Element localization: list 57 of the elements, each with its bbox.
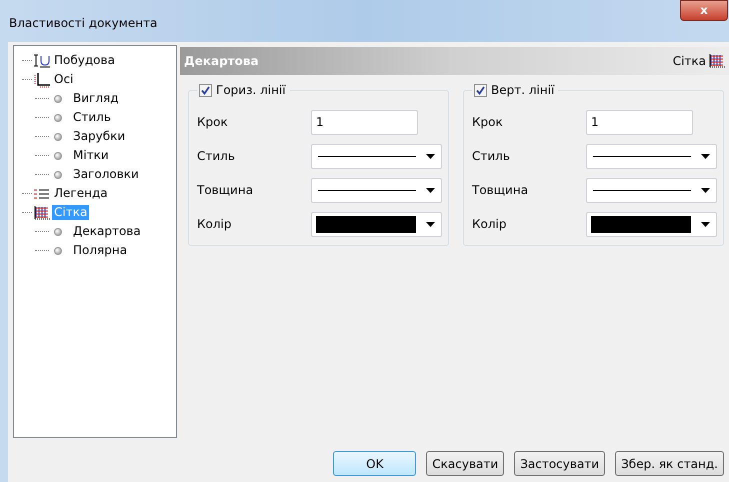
legend-icon — [33, 188, 51, 200]
field-label: Товщина — [197, 182, 254, 199]
dropdown-arrow-icon — [701, 222, 710, 226]
tree-item[interactable]: Осі — [52, 72, 76, 87]
dropdown-arrow-icon — [701, 188, 710, 192]
check-icon — [476, 86, 485, 94]
tree-item[interactable]: Легенда — [52, 186, 110, 201]
tree-item[interactable]: Вигляд — [71, 91, 121, 106]
grid-icon — [34, 206, 50, 220]
bullet-icon — [54, 246, 62, 254]
dropdown-arrow-icon — [426, 154, 435, 158]
group-title: Верт. лінії — [491, 82, 554, 99]
dialog-button[interactable]: Скасувати — [426, 451, 504, 476]
tree-item[interactable]: Стиль — [71, 110, 113, 125]
step-field[interactable]: 1 — [586, 110, 693, 134]
dialog-button[interactable]: Збер. як станд. — [615, 451, 724, 476]
field-label: Колір — [197, 216, 232, 233]
tree-item[interactable]: Зарубки — [71, 129, 128, 144]
line-style-dropdown[interactable] — [586, 144, 717, 168]
field-label: Колір — [472, 216, 508, 233]
bullet-icon — [54, 228, 62, 236]
line-style-dropdown[interactable] — [311, 178, 442, 202]
plot-icon — [33, 54, 51, 68]
step-field[interactable]: 1 — [311, 110, 418, 134]
bullet-icon — [54, 94, 62, 102]
field-label: Стиль — [197, 148, 236, 165]
checkbox[interactable] — [199, 84, 212, 96]
section-label: Сітка — [672, 53, 706, 70]
tree-item[interactable]: Мітки — [71, 148, 111, 163]
check-icon — [201, 86, 210, 94]
dropdown-arrow-icon — [701, 154, 710, 158]
tree-item[interactable]: Полярна — [71, 243, 130, 258]
dropdown-arrow-icon — [426, 188, 435, 192]
tree-item[interactable]: Декартова — [71, 224, 143, 239]
window-title: Властивості документа — [9, 15, 158, 32]
color-dropdown[interactable] — [311, 212, 442, 236]
color-dropdown[interactable] — [586, 212, 717, 236]
bullet-icon — [54, 114, 62, 122]
bullet-icon — [54, 132, 62, 140]
field-label: Стиль — [472, 148, 511, 165]
field-label: Товщина — [472, 182, 530, 199]
line-style-dropdown[interactable] — [311, 144, 442, 168]
dialog-button[interactable]: Застосувати — [514, 451, 606, 476]
section-title: Декартова — [184, 53, 259, 70]
bullet-icon — [54, 152, 62, 160]
field-label: Крок — [472, 114, 504, 131]
dialog-button[interactable]: OK — [333, 451, 416, 476]
bullet-icon — [54, 170, 62, 178]
line-style-dropdown[interactable] — [586, 178, 717, 202]
group-title: Гориз. лінії — [216, 82, 286, 99]
checkbox[interactable] — [474, 84, 487, 96]
grid-icon — [709, 54, 725, 68]
tree-item[interactable]: Заголовки — [71, 167, 141, 182]
field-label: Крок — [197, 114, 229, 131]
axes-icon — [33, 72, 51, 88]
tree-item[interactable]: Побудова — [52, 53, 117, 68]
dropdown-arrow-icon — [426, 222, 435, 226]
